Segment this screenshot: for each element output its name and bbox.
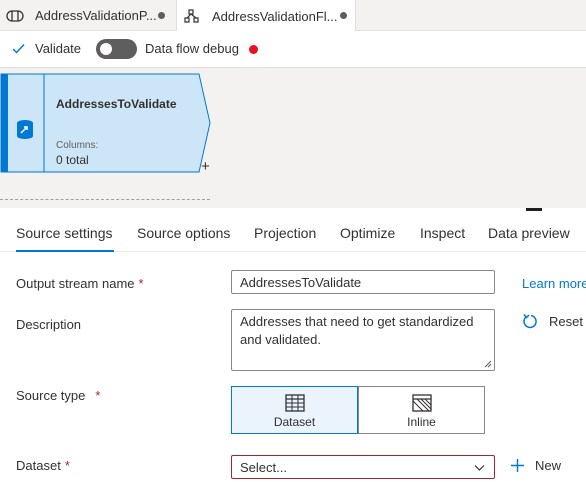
tab-optimize[interactable]: Optimize (340, 225, 395, 241)
tab-label: AddressValidationFl... (212, 8, 338, 24)
document-tabs: AddressValidationP... AddressValidationF… (0, 0, 586, 32)
resize-grip-icon[interactable] (484, 360, 492, 368)
inline-option-label: Inline (407, 415, 436, 429)
pipeline-icon (5, 8, 25, 24)
inline-icon (411, 394, 432, 412)
dataset-select[interactable]: Select... (231, 455, 495, 479)
source-node[interactable]: AddressesToValidate Columns: 0 total + (0, 73, 212, 174)
required-marker: * (95, 388, 101, 403)
source-type-dataset-option[interactable]: Dataset (231, 386, 358, 434)
description-textarea[interactable]: Addresses that need to get standardized … (231, 309, 495, 371)
description-text: Addresses that need to get standardized … (240, 314, 474, 347)
node-columns-value: 0 total (56, 153, 89, 167)
required-marker: * (138, 276, 144, 291)
dataflow-icon (182, 8, 202, 24)
dataset-select-value: Select... (240, 460, 287, 475)
source-database-icon (15, 119, 35, 141)
tab-address-validation-flow[interactable]: AddressValidationFl... (176, 0, 356, 32)
reset-button[interactable]: Reset (522, 313, 583, 330)
validate-label: Validate (35, 41, 82, 56)
source-type-inline-option[interactable]: Inline (358, 386, 485, 434)
output-stream-label: Output stream name * (16, 276, 144, 291)
required-marker: * (64, 458, 70, 473)
source-type-label: Source type * (16, 388, 101, 403)
tab-source-options[interactable]: Source options (137, 225, 230, 241)
unsaved-dot-icon[interactable] (340, 12, 347, 19)
table-icon (284, 394, 305, 412)
dataset-option-label: Dataset (273, 415, 316, 429)
tab-inspect[interactable]: Inspect (420, 225, 465, 241)
reset-label: Reset (549, 314, 583, 329)
panel-resize-handle[interactable] (526, 208, 542, 211)
chevron-down-icon (474, 465, 485, 471)
toolbar: Validate Data flow debug (0, 31, 586, 68)
canvas-divider (0, 199, 210, 200)
active-tab-indicator (16, 250, 114, 252)
debug-label: Data flow debug (145, 41, 239, 56)
add-transformation-button[interactable]: + (201, 159, 210, 174)
node-title: AddressesToValidate (56, 97, 177, 111)
dataflow-canvas[interactable]: AddressesToValidate Columns: 0 total + (0, 68, 586, 208)
tab-data-preview[interactable]: Data preview (488, 225, 570, 241)
validate-button[interactable]: Validate (12, 41, 81, 56)
data-flow-debug-toggle[interactable] (96, 39, 137, 59)
node-columns-label: Columns: (56, 140, 99, 151)
checkmark-icon (12, 44, 25, 54)
settings-tabs: Source settings Source options Projectio… (0, 212, 586, 252)
plus-icon (511, 459, 524, 472)
output-stream-input[interactable]: AddressesToValidate (231, 270, 495, 294)
description-label: Description (16, 317, 82, 332)
toggle-knob (100, 43, 112, 55)
unsaved-dot-icon[interactable] (158, 12, 165, 19)
tab-address-validation-pipeline[interactable]: AddressValidationP... (0, 0, 176, 31)
tab-label: AddressValidationP... (35, 8, 157, 23)
tab-source-settings[interactable]: Source settings (16, 225, 113, 241)
debug-status-icon (249, 45, 258, 54)
reset-icon (523, 314, 537, 329)
new-label: New (535, 458, 562, 473)
dataset-label: Dataset * (16, 458, 70, 473)
new-dataset-button[interactable]: New (510, 458, 561, 473)
tab-projection[interactable]: Projection (254, 225, 316, 241)
learn-more-link[interactable]: Learn more (522, 276, 586, 291)
